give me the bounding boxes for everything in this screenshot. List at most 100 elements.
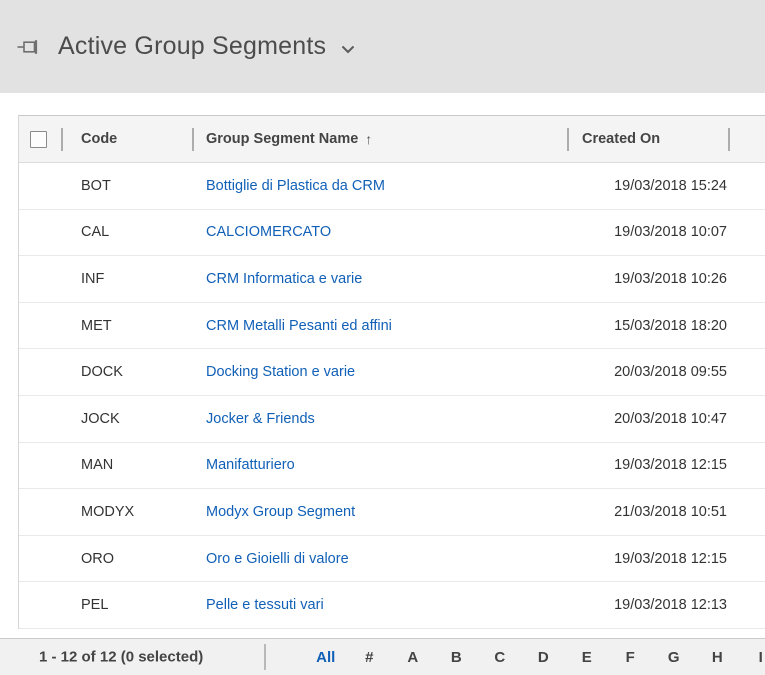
row-code: BOT (63, 163, 194, 209)
row-name-cell: Bottiglie di Plastica da CRM (194, 163, 569, 209)
group-segment-link[interactable]: CALCIOMERCATO (206, 224, 331, 240)
row-code: MODYX (63, 489, 194, 535)
row-checkbox-cell[interactable] (19, 303, 63, 349)
sort-ascending-icon: ↑ (365, 131, 372, 147)
column-header-label: Code (81, 131, 117, 147)
column-header-label: Group Segment Name (206, 131, 358, 147)
row-name-cell: CRM Informatica e varie (194, 256, 569, 302)
jump-letter[interactable]: # (348, 649, 392, 666)
column-header-code[interactable]: Code (63, 116, 194, 162)
row-checkbox-cell[interactable] (19, 396, 63, 442)
table-row[interactable]: MODYX Modyx Group Segment 21/03/2018 10:… (19, 489, 765, 536)
alphabet-jump-bar: All # A B C D E F G H I (304, 639, 765, 675)
group-segment-link[interactable]: Modyx Group Segment (206, 504, 355, 520)
row-created-on: 19/03/2018 12:15 (569, 443, 730, 489)
group-segment-link[interactable]: Docking Station e varie (206, 364, 355, 380)
table-row[interactable]: MET CRM Metalli Pesanti ed affini 15/03/… (19, 303, 765, 350)
row-created-on: 19/03/2018 12:15 (569, 536, 730, 582)
row-created-on: 20/03/2018 09:55 (569, 349, 730, 395)
jump-letter[interactable]: B (435, 649, 479, 666)
row-created-on: 20/03/2018 10:47 (569, 396, 730, 442)
table-row[interactable]: ORO Oro e Gioielli di valore 19/03/2018 … (19, 536, 765, 583)
view-header-bar: Active Group Segments (0, 0, 765, 93)
group-segment-link[interactable]: Pelle e tessuti vari (206, 597, 324, 613)
pin-icon[interactable] (16, 37, 42, 57)
view-title[interactable]: Active Group Segments (58, 32, 326, 61)
row-filler (730, 443, 765, 489)
group-segment-link[interactable]: Oro e Gioielli di valore (206, 551, 349, 567)
row-code: MAN (63, 443, 194, 489)
group-segment-link[interactable]: CRM Metalli Pesanti ed affini (206, 318, 392, 334)
row-checkbox-cell[interactable] (19, 489, 63, 535)
group-segments-grid: Code Group Segment Name ↑ Created On BOT… (18, 115, 765, 629)
row-name-cell: Jocker & Friends (194, 396, 569, 442)
table-row[interactable]: BOT Bottiglie di Plastica da CRM 19/03/2… (19, 163, 765, 210)
footer-divider (264, 644, 266, 670)
row-filler (730, 256, 765, 302)
row-name-cell: Pelle e tessuti vari (194, 582, 569, 628)
row-filler (730, 303, 765, 349)
group-segment-link[interactable]: CRM Informatica e varie (206, 271, 362, 287)
group-segment-link[interactable]: Manifatturiero (206, 457, 295, 473)
row-name-cell: Manifatturiero (194, 443, 569, 489)
row-name-cell: Oro e Gioielli di valore (194, 536, 569, 582)
row-checkbox-cell[interactable] (19, 210, 63, 256)
row-created-on: 19/03/2018 10:07 (569, 210, 730, 256)
row-checkbox-cell[interactable] (19, 256, 63, 302)
row-checkbox-cell[interactable] (19, 443, 63, 489)
row-filler (730, 489, 765, 535)
jump-letter[interactable]: C (478, 649, 522, 666)
table-row[interactable]: MAN Manifatturiero 19/03/2018 12:15 (19, 443, 765, 490)
row-name-cell: Docking Station e varie (194, 349, 569, 395)
grid-footer: 1 - 12 of 12 (0 selected) All # A B C D … (0, 638, 765, 675)
jump-letter[interactable]: I (739, 649, 765, 666)
row-checkbox-cell[interactable] (19, 536, 63, 582)
jump-letter[interactable]: E (565, 649, 609, 666)
row-code: ORO (63, 536, 194, 582)
row-created-on: 15/03/2018 18:20 (569, 303, 730, 349)
row-filler (730, 210, 765, 256)
record-count-status: 1 - 12 of 12 (0 selected) (39, 649, 203, 666)
jump-letter[interactable]: G (652, 649, 696, 666)
grid-body: BOT Bottiglie di Plastica da CRM 19/03/2… (19, 163, 765, 629)
table-row[interactable]: PEL Pelle e tessuti vari 19/03/2018 12:1… (19, 582, 765, 629)
row-checkbox-cell[interactable] (19, 582, 63, 628)
jump-letter[interactable]: F (609, 649, 653, 666)
row-filler (730, 349, 765, 395)
column-header-group-segment-name[interactable]: Group Segment Name ↑ (194, 116, 569, 162)
row-checkbox-cell[interactable] (19, 349, 63, 395)
column-header-filler (730, 116, 765, 162)
grid-header-row: Code Group Segment Name ↑ Created On (19, 116, 765, 163)
row-code: PEL (63, 582, 194, 628)
row-name-cell: CALCIOMERCATO (194, 210, 569, 256)
table-row[interactable]: CAL CALCIOMERCATO 19/03/2018 10:07 (19, 210, 765, 257)
row-created-on: 21/03/2018 10:51 (569, 489, 730, 535)
chevron-down-icon[interactable] (341, 41, 355, 59)
row-checkbox-cell[interactable] (19, 163, 63, 209)
row-filler (730, 536, 765, 582)
row-code: INF (63, 256, 194, 302)
row-code: JOCK (63, 396, 194, 442)
row-created-on: 19/03/2018 12:13 (569, 582, 730, 628)
row-created-on: 19/03/2018 15:24 (569, 163, 730, 209)
jump-letter[interactable]: A (391, 649, 435, 666)
table-row[interactable]: DOCK Docking Station e varie 20/03/2018 … (19, 349, 765, 396)
row-name-cell: Modyx Group Segment (194, 489, 569, 535)
row-filler (730, 582, 765, 628)
row-code: CAL (63, 210, 194, 256)
table-row[interactable]: INF CRM Informatica e varie 19/03/2018 1… (19, 256, 765, 303)
select-all-checkbox[interactable] (30, 131, 47, 148)
group-segment-link[interactable]: Jocker & Friends (206, 411, 315, 427)
row-created-on: 19/03/2018 10:26 (569, 256, 730, 302)
column-header-created-on[interactable]: Created On (569, 116, 730, 162)
table-row[interactable]: JOCK Jocker & Friends 20/03/2018 10:47 (19, 396, 765, 443)
row-code: MET (63, 303, 194, 349)
group-segment-link[interactable]: Bottiglie di Plastica da CRM (206, 178, 385, 194)
row-filler (730, 163, 765, 209)
select-all-cell (19, 116, 63, 162)
jump-letter[interactable]: H (696, 649, 740, 666)
row-filler (730, 396, 765, 442)
jump-letter[interactable]: All (304, 649, 348, 666)
row-name-cell: CRM Metalli Pesanti ed affini (194, 303, 569, 349)
jump-letter[interactable]: D (522, 649, 566, 666)
